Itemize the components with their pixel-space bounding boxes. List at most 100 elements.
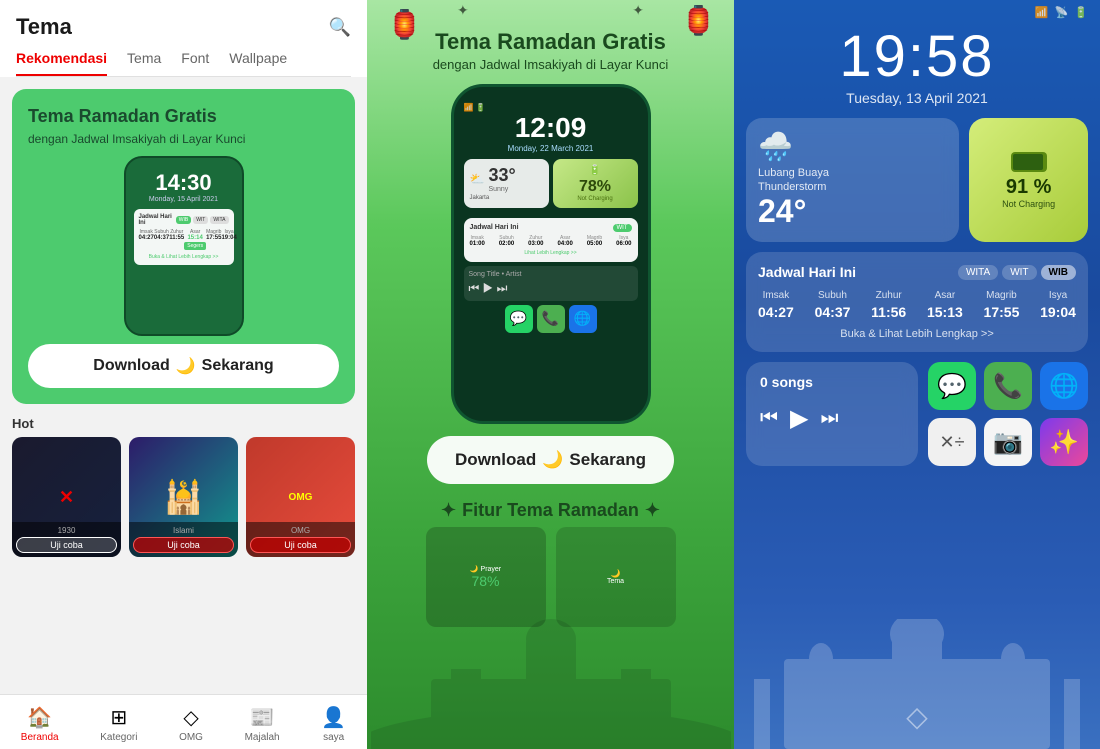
diamond-nav-icon: ◇ [183,705,198,730]
prayer-tz-badges: WITA WIT WIB [958,265,1076,280]
phone-mid-date: Monday, 22 March 2021 [464,144,638,153]
middle-subtitle: dengan Jadwal Imsakiyah di Layar Kunci [433,57,669,72]
right-time: 19:58 [734,19,1100,90]
theme-card-title: Tema Ramadan Gratis [28,105,339,128]
badge-wib-right[interactable]: WIB [1041,265,1076,280]
widgets-area: 🌧️ Lubang Buaya Thunderstorm 24° 91 % No… [734,118,1100,466]
prayer-widget-left: Jadwal Hari Ini WIB WIT WITA Imsak 04:27 [134,209,234,265]
widget-row-music-apps: 0 songs ⏮ ▶ ⏭ 💬 📞 🌐 ✕÷ 📷 ✨ [746,362,1088,466]
battery-widget-mid: 🔋 78% Not Charging [553,159,638,208]
next-btn[interactable]: ⏭ [820,407,838,430]
prayer-widget-right: Jadwal Hari Ini WITA WIT WIB Imsak04:27 … [746,252,1088,352]
left-tabs: Rekomendasi Tema Font Wallpape [16,50,351,77]
weather-widget-right: 🌧️ Lubang Buaya Thunderstorm 24° [746,118,959,242]
weather-temp-right: 24° [758,193,947,230]
tab-tema[interactable]: Tema [127,50,161,76]
badge-wita[interactable]: WITA [210,216,228,224]
phone-mockup-left: 14:30 Monday, 15 April 2021 Jadwal Hari … [124,156,244,336]
signal-icon-right: 📶 [1035,6,1049,19]
music-widget-right: 0 songs ⏮ ▶ ⏭ [746,362,918,466]
app-row-1: 💬 📞 🌐 [928,362,1088,410]
widget-row-weather-battery: 🌧️ Lubang Buaya Thunderstorm 24° 91 % No… [746,118,1088,242]
hot-label: Hot [12,416,355,431]
weather-location-right: Lubang Buaya [758,167,947,179]
weather-temp-mid: 33° [488,165,515,186]
weather-widget-mid: ⛅ 33° Sunny Jakarta [464,159,549,208]
wifi-icon-right: 📡 [1055,6,1069,19]
play-btn[interactable]: ▶ [790,404,808,433]
moon-icon-left: 🌙 [176,356,196,376]
prayer-more-link-right[interactable]: Buka & Lihat Lebih Lengkap >> [758,328,1076,340]
search-icon[interactable]: 🔍 [329,17,351,38]
battery-icon-right [1011,152,1047,172]
user-icon: 👤 [321,705,346,730]
badge-wib[interactable]: WIB [176,216,191,224]
prayer-widget-title-right: Jadwal Hari Ini [758,264,856,280]
uji-coba-btn-3[interactable]: Uji coba [250,537,351,553]
battery-widget-right: 91 % Not Charging [969,118,1088,242]
badge-wit[interactable]: WIT [193,216,208,224]
fitur-deco-left: ✦ [441,500,456,521]
middle-panel: 🏮 🏮 ✦ ✦ Tema Ramadan Gratis dengan Jadwa… [367,0,734,749]
hot-section: Hot ✕ 1930 Uji coba 🕌 Islami Uji coba [0,416,367,565]
right-status-bar: 📶 📡 🔋 [734,0,1100,19]
music-controls: ⏮ ▶ ⏭ [760,404,904,433]
tab-font[interactable]: Font [181,50,209,76]
uji-coba-btn-1[interactable]: Uji coba [16,537,117,553]
download-btn-left[interactable]: Download 🌙 Sekarang [28,344,339,388]
app-title: Tema [16,14,72,40]
nav-omg[interactable]: ◇ OMG [171,703,211,745]
left-panel: Tema 🔍 Rekomendasi Tema Font Wallpape Te… [0,0,367,749]
moon-icon-mid: 🌙 [542,450,563,470]
hot-item-3: OMG OMG Uji coba [246,437,355,557]
prayer-times-grid-right: Imsak04:27 Subuh04:37 Zuhur11:56 Asar15:… [758,290,1076,320]
prayer-link-left[interactable]: Buka & Lihat Lebih Lengkap >> [139,254,229,260]
mosque-silhouette-mid [367,619,734,749]
tab-wallpaper[interactable]: Wallpape [229,50,287,76]
left-header: Tema 🔍 Rekomendasi Tema Font Wallpape [0,0,367,77]
badge-wit-right[interactable]: WIT [1002,265,1036,280]
fitur-preview-1: 🌙 Prayer 78% [426,527,546,627]
bottom-nav: 🏠 Beranda ⊞ Kategori ◇ OMG 📰 Majalah 👤 s… [0,694,367,749]
magazine-icon: 📰 [250,705,275,730]
download-btn-mid[interactable]: Download 🌙 Sekarang [427,436,674,484]
prayer-widget-mid: Jadwal Hari Ini WIT Imsak01:00 Subuh02:0… [464,218,638,262]
diamond-icon: ◇ [906,700,928,733]
app-row-2: ✕÷ 📷 ✨ [928,418,1088,466]
nav-kategori[interactable]: ⊞ Kategori [92,703,145,745]
prev-btn[interactable]: ⏮ [760,407,778,430]
app-whatsapp[interactable]: 💬 [928,362,976,410]
songs-count-right: 0 songs [760,374,904,390]
tab-rekomendasi[interactable]: Rekomendasi [16,50,107,76]
battery-status-icon: 🔋 [1074,6,1088,19]
app-galaxy[interactable]: ✨ [1040,418,1088,466]
hot-item-1: ✕ 1930 Uji coba [12,437,121,557]
fitur-preview-2: 🌙 Tema [556,527,676,627]
app-phone[interactable]: 📞 [984,362,1032,410]
middle-title: Tema Ramadan Gratis [433,28,669,57]
app-maps[interactable]: 🌐 [1040,362,1088,410]
battery-percent-right: 91 % [1006,176,1052,199]
right-date: Tuesday, 13 April 2021 [734,90,1100,106]
right-panel: 📶 📡 🔋 19:58 Tuesday, 13 April 2021 🌧️ Lu… [734,0,1100,749]
nav-saya[interactable]: 👤 saya [313,703,354,745]
badge-wita-right[interactable]: WITA [958,265,998,280]
hot-item-2: 🕌 Islami Uji coba [129,437,238,557]
uji-coba-btn-2[interactable]: Uji coba [133,537,234,553]
nav-majalah[interactable]: 📰 Majalah [237,703,288,745]
fitur-previews: 🌙 Prayer 78% 🌙 Tema [426,527,676,627]
left-content: Tema Ramadan Gratis dengan Jadwal Imsaki… [0,77,367,694]
weather-condition-right: Thunderstorm [758,181,947,193]
grid-icon: ⊞ [110,705,127,730]
app-calculator[interactable]: ✕÷ [928,418,976,466]
nav-beranda[interactable]: 🏠 Beranda [13,703,67,745]
fitur-deco-right: ✦ [645,500,660,521]
phone-time-left: 14:30 [155,170,211,196]
battery-status-right: Not Charging [1002,199,1055,209]
app-camera[interactable]: 📷 [984,418,1032,466]
phone-mockup-mid: 📶🔋 12:09 Monday, 22 March 2021 ⛅ 33° Sun… [451,84,651,424]
middle-title-area: Tema Ramadan Gratis dengan Jadwal Imsaki… [413,0,689,84]
weather-icon-right: 🌧️ [758,130,947,163]
fitur-title: ✦ Fitur Tema Ramadan ✦ [441,500,660,521]
prayer-title-left: Jadwal Hari Ini [139,214,176,226]
